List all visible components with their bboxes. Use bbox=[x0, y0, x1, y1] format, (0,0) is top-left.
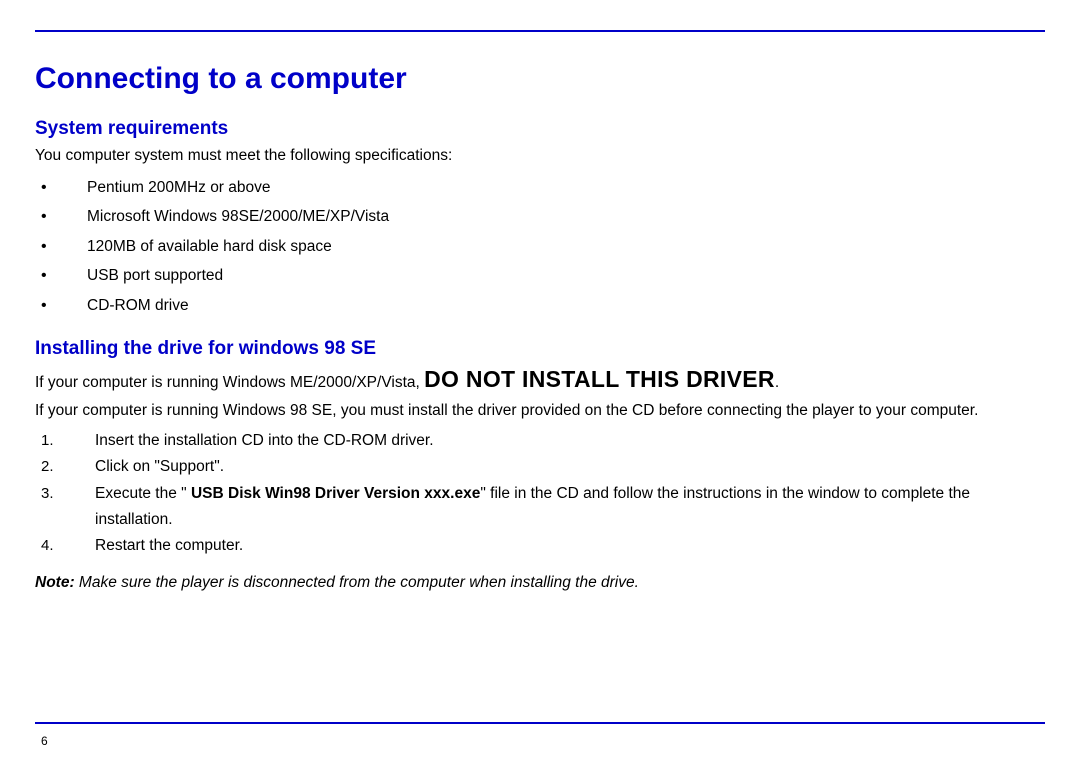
bottom-rule bbox=[35, 722, 1045, 724]
section-heading-system-requirements: System requirements bbox=[35, 118, 1045, 140]
step-item: Insert the installation CD into the CD-R… bbox=[35, 428, 1045, 454]
page-title: Connecting to a computer bbox=[35, 62, 1045, 96]
section-heading-install-driver: Installing the drive for windows 98 SE bbox=[35, 338, 1045, 360]
list-item: 120MB of available hard disk space bbox=[35, 232, 1045, 261]
warning-suffix: . bbox=[775, 374, 779, 391]
list-item: Pentium 200MHz or above bbox=[35, 173, 1045, 202]
note-body: Make sure the player is disconnected fro… bbox=[79, 574, 639, 591]
page-number: 6 bbox=[41, 734, 1045, 748]
list-item: USB port supported bbox=[35, 261, 1045, 290]
install-steps-list: Insert the installation CD into the CD-R… bbox=[35, 428, 1045, 560]
warning-strong: DO NOT INSTALL THIS DRIVER bbox=[424, 366, 775, 392]
list-item: Microsoft Windows 98SE/2000/ME/XP/Vista bbox=[35, 202, 1045, 231]
must-install-text: If your computer is running Windows 98 S… bbox=[35, 401, 1045, 422]
footer: 6 bbox=[35, 722, 1045, 748]
content-area: Connecting to a computer System requirem… bbox=[35, 32, 1045, 722]
system-requirements-intro: You computer system must meet the follow… bbox=[35, 146, 1045, 167]
warning-prefix: If your computer is running Windows ME/2… bbox=[35, 374, 424, 391]
document-page: Connecting to a computer System requirem… bbox=[0, 0, 1080, 763]
step3-bold: USB Disk Win98 Driver Version xxx.exe bbox=[191, 485, 480, 502]
note-line: Note: Make sure the player is disconnect… bbox=[35, 574, 1045, 592]
driver-warning-line: If your computer is running Windows ME/2… bbox=[35, 366, 1045, 393]
step-item: Execute the " USB Disk Win98 Driver Vers… bbox=[35, 481, 1045, 534]
system-requirements-list: Pentium 200MHz or above Microsoft Window… bbox=[35, 173, 1045, 320]
step3-pre: Execute the " bbox=[95, 485, 191, 502]
list-item: CD-ROM drive bbox=[35, 291, 1045, 320]
step-item: Click on "Support". bbox=[35, 454, 1045, 480]
note-label: Note: bbox=[35, 574, 79, 591]
step-item: Restart the computer. bbox=[35, 533, 1045, 559]
